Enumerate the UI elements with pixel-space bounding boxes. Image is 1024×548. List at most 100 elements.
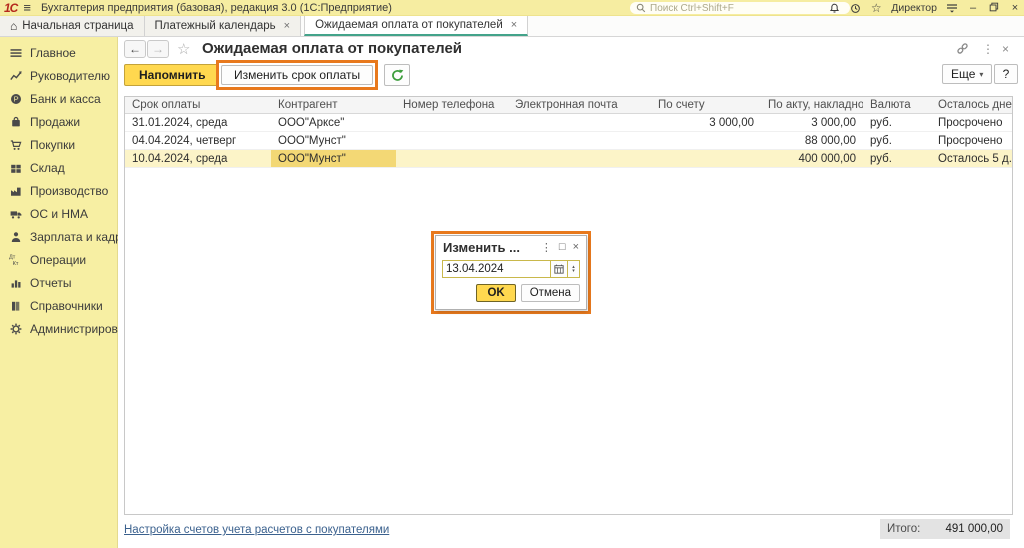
cell-days-left[interactable]: Просрочено — [931, 132, 1012, 149]
sidebar-item-label: Производство — [30, 184, 108, 198]
accounts-settings-link[interactable]: Настройка счетов учета расчетов с покупа… — [124, 524, 389, 536]
cell-act-amount[interactable]: 400 000,00 — [761, 150, 863, 167]
1c-logo: 1С — [4, 1, 17, 15]
change-due-date-button[interactable]: Изменить срок оплаты — [221, 65, 373, 85]
tab-close-icon[interactable]: × — [284, 20, 290, 32]
help-button[interactable]: ? — [994, 64, 1018, 84]
table-row[interactable]: 31.01.2024, среда ООО"Арксе" 3 000,00 3 … — [125, 114, 1012, 132]
cell-counterparty[interactable]: ООО"Мунст" — [271, 132, 396, 149]
due-date-input[interactable] — [443, 261, 550, 277]
sidebar-item-fixed-assets[interactable]: ОС и НМА — [0, 202, 117, 225]
cell-counterparty-active[interactable]: ООО"Мунст" — [271, 150, 396, 167]
sidebar-item-manager[interactable]: Руководителю — [0, 64, 117, 87]
service-settings-icon[interactable] — [946, 2, 958, 14]
refresh-button[interactable] — [384, 64, 410, 86]
cell-act-amount[interactable]: 3 000,00 — [761, 114, 863, 131]
svg-text:Кт: Кт — [13, 261, 19, 266]
titlebar-controls: ☆ Директор – × — [828, 0, 1021, 16]
global-search-input[interactable]: Поиск Ctrl+Shift+F — [630, 2, 850, 14]
cell-email[interactable] — [508, 114, 651, 131]
cell-phone[interactable] — [396, 150, 508, 167]
cell-email[interactable] — [508, 150, 651, 167]
cell-counterparty[interactable]: ООО"Арксе" — [271, 114, 396, 131]
nav-forward-button[interactable]: → — [147, 40, 169, 58]
sidebar-item-salary-hr[interactable]: Зарплата и кадры — [0, 225, 117, 248]
sidebar-item-directories[interactable]: Справочники — [0, 294, 117, 317]
total-box: Итого: 491 000,00 — [880, 519, 1010, 539]
window-close-button[interactable]: × — [1009, 2, 1021, 14]
table-row-selected[interactable]: 10.04.2024, среда ООО"Мунст" 400 000,00 … — [125, 150, 1012, 168]
cell-invoice-amount[interactable] — [651, 150, 761, 167]
sidebar-item-bank-cash[interactable]: P Банк и касса — [0, 87, 117, 110]
copy-link-icon[interactable] — [956, 42, 969, 55]
cancel-button[interactable]: Отмена — [521, 284, 580, 302]
close-form-icon[interactable]: × — [1002, 42, 1009, 56]
tab-close-icon[interactable]: × — [511, 19, 517, 31]
date-spinner[interactable]: ▴▾ — [567, 261, 579, 277]
column-header-invoice[interactable]: По счету — [651, 97, 761, 113]
cell-currency[interactable]: руб. — [863, 150, 931, 167]
home-icon: ⌂ — [10, 19, 17, 33]
tab-home[interactable]: ⌂ Начальная страница — [0, 16, 145, 36]
cell-due-date[interactable]: 31.01.2024, среда — [125, 114, 271, 131]
dialog-close-icon[interactable]: × — [573, 241, 579, 253]
nav-back-button[interactable]: ← — [124, 40, 146, 58]
window-title: Бухгалтерия предприятия (базовая), редак… — [41, 2, 392, 14]
favorites-star-icon[interactable]: ☆ — [870, 2, 882, 14]
cell-days-left[interactable]: Осталось 5 д... — [931, 150, 1012, 167]
more-actions-icon[interactable]: ⋮ — [982, 42, 994, 56]
column-header-currency[interactable]: Валюта — [863, 97, 931, 113]
sidebar-item-purchases[interactable]: Покупки — [0, 133, 117, 156]
cell-days-left[interactable]: Просрочено — [931, 114, 1012, 131]
column-header-act[interactable]: По акту, накладной — [761, 97, 863, 113]
books-icon — [9, 299, 22, 312]
ok-button[interactable]: OK — [476, 284, 515, 302]
cell-phone[interactable] — [396, 114, 508, 131]
column-header-days-left[interactable]: Осталось дней — [931, 97, 1012, 113]
sidebar-item-sales[interactable]: Продажи — [0, 110, 117, 133]
column-header-counterparty[interactable]: Контрагент — [271, 97, 396, 113]
column-header-due-date[interactable]: Срок оплаты — [125, 97, 271, 113]
notifications-bell-icon[interactable] — [828, 2, 840, 14]
cell-currency[interactable]: руб. — [863, 132, 931, 149]
cell-due-date[interactable]: 04.04.2024, четверг — [125, 132, 271, 149]
sidebar-item-operations[interactable]: ДтКт Операции — [0, 248, 117, 271]
user-menu[interactable]: Директор — [891, 2, 937, 14]
window-titlebar: 1С ≡ Бухгалтерия предприятия (базовая), … — [0, 0, 1024, 16]
sidebar-item-label: Продажи — [30, 115, 80, 129]
cell-due-date[interactable]: 10.04.2024, среда — [125, 150, 271, 167]
favorite-star-icon[interactable]: ☆ — [177, 40, 190, 58]
dialog-maximize-icon[interactable]: □ — [559, 241, 566, 253]
sidebar-item-warehouse[interactable]: Склад — [0, 156, 117, 179]
window-restore-button[interactable] — [988, 2, 1000, 15]
tab-payment-calendar[interactable]: Платежный календарь × — [145, 16, 302, 36]
date-field-group: ▴▾ — [442, 260, 580, 278]
calendar-icon[interactable] — [550, 261, 567, 277]
search-icon — [635, 2, 647, 14]
window-minimize-button[interactable]: – — [967, 2, 979, 14]
remind-button[interactable]: Напомнить — [124, 64, 221, 86]
cell-currency[interactable]: руб. — [863, 114, 931, 131]
sidebar-item-reports[interactable]: Отчеты — [0, 271, 117, 294]
cell-phone[interactable] — [396, 132, 508, 149]
more-button[interactable]: Еще ▾ — [942, 64, 992, 84]
column-header-phone[interactable]: Номер телефона — [396, 97, 508, 113]
history-icon[interactable] — [849, 2, 861, 14]
sidebar-item-administration[interactable]: Администрирование — [0, 317, 117, 340]
more-label: Еще — [951, 67, 975, 81]
person-icon — [9, 230, 22, 243]
cell-act-amount[interactable]: 88 000,00 — [761, 132, 863, 149]
sidebar-item-production[interactable]: Производство — [0, 179, 117, 202]
dialog-title: Изменить ... — [443, 240, 534, 255]
table-row[interactable]: 04.04.2024, четверг ООО"Мунст" 88 000,00… — [125, 132, 1012, 150]
dialog-titlebar: Изменить ... ⋮ □ × — [436, 236, 586, 258]
debit-credit-icon: ДтКт — [9, 253, 22, 266]
cell-invoice-amount[interactable]: 3 000,00 — [651, 114, 761, 131]
main-menu-icon[interactable]: ≡ — [23, 0, 31, 15]
sidebar-item-main[interactable]: Главное — [0, 41, 117, 64]
tab-expected-payments[interactable]: Ожидаемая оплата от покупателей × — [304, 16, 528, 36]
cell-invoice-amount[interactable] — [651, 132, 761, 149]
dialog-more-icon[interactable]: ⋮ — [541, 241, 552, 254]
column-header-email[interactable]: Электронная почта — [508, 97, 651, 113]
cell-email[interactable] — [508, 132, 651, 149]
